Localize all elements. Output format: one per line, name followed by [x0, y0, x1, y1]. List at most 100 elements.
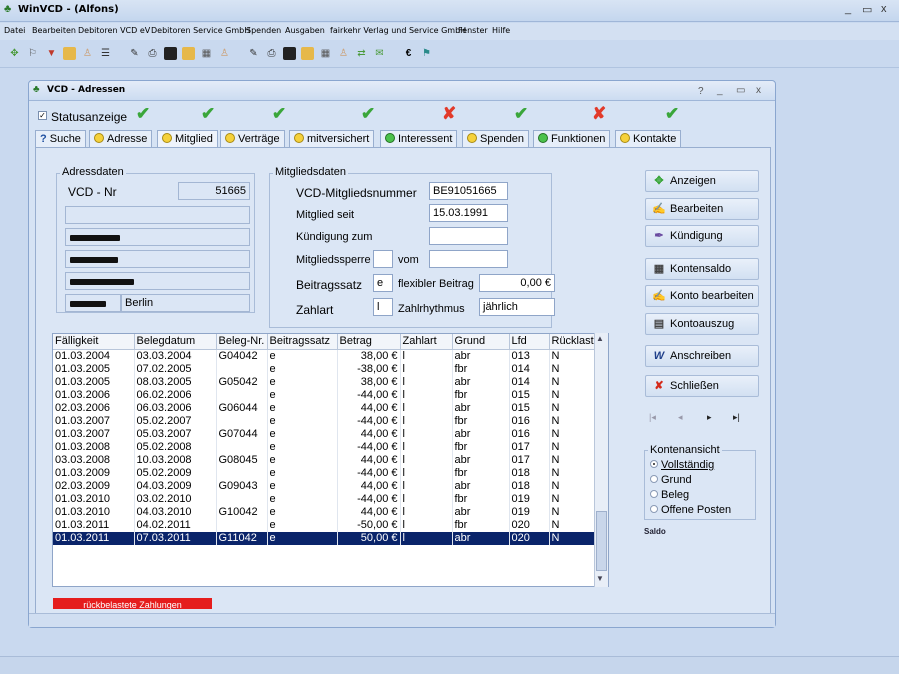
tab-vertraege[interactable]: Verträge	[220, 130, 285, 147]
table-row[interactable]: 01.03.2005 07.02.2005 e -38,00 € l fbr 014 N	[53, 362, 596, 376]
save2-icon[interactable]	[283, 47, 296, 60]
zahlrhythmus-field[interactable]: jährlich	[479, 298, 555, 316]
table-row[interactable]: 01.03.2010 04.03.2010 G10042 e 44,00 € l abr 01…	[53, 505, 596, 519]
vom-field[interactable]	[429, 250, 508, 268]
radio-grund[interactable]: Grund	[650, 474, 692, 486]
menu-datei[interactable]: Datei	[4, 26, 25, 35]
close-button[interactable]: x	[881, 3, 887, 15]
minimize-button[interactable]: _	[845, 3, 851, 15]
euro-icon[interactable]: €	[402, 47, 415, 60]
edit-icon[interactable]: ✎	[128, 47, 141, 60]
scroll-thumb[interactable]	[596, 511, 607, 571]
tab-mitglied[interactable]: Mitglied	[157, 130, 218, 148]
buchungen-table[interactable]: Fälligkeit Belegdatum Beleg-Nr. Beitragssat…	[52, 333, 609, 587]
tab-interessent[interactable]: Interessent	[380, 130, 458, 147]
nav-first-icon[interactable]: |◂	[649, 412, 656, 423]
info-icon[interactable]: ✉	[373, 47, 386, 60]
menu-hilfe[interactable]: Hilfe	[492, 26, 510, 35]
menu-bearbeiten[interactable]: Bearbeiten	[32, 26, 76, 35]
menu-debitoren-vcd[interactable]: Debitoren VCD eV	[78, 26, 150, 35]
edit2-icon[interactable]: ✎	[247, 47, 260, 60]
print-icon[interactable]: ⎙	[146, 47, 159, 60]
table-row[interactable]: 01.03.2011 07.03.2011 G11042 e 50,00 € l abr 02…	[53, 531, 596, 545]
flag-icon[interactable]: ⚑	[420, 47, 433, 60]
column-header[interactable]: Rücklast	[549, 334, 596, 350]
window-close-button[interactable]: x	[756, 85, 761, 96]
table-row[interactable]: 01.03.2008 05.02.2008 e -44,00 € l fbr 017 N	[53, 440, 596, 454]
radio-offene-posten[interactable]: Offene Posten	[650, 504, 731, 516]
list-icon[interactable]: ☰	[99, 47, 112, 60]
bearbeiten-button[interactable]: ✍ Bearbeiten	[645, 198, 759, 220]
nav-prev-icon[interactable]: ◂	[678, 412, 683, 423]
menu-debitoren-service[interactable]: Debitoren Service GmbH	[151, 26, 250, 35]
anschreiben-button[interactable]: W Anschreiben	[645, 345, 759, 367]
zahlart-field[interactable]: l	[373, 298, 393, 316]
tab-spenden[interactable]: Spenden	[462, 130, 530, 147]
column-header[interactable]: Grund	[452, 334, 510, 350]
nav-next-icon[interactable]: ▸	[707, 412, 712, 423]
export-icon[interactable]	[182, 47, 195, 60]
folder-icon[interactable]	[63, 47, 76, 60]
people-icon[interactable]: ♙	[81, 47, 94, 60]
nav-icon[interactable]: ✥	[8, 47, 21, 60]
filter-icon[interactable]: ▼	[45, 47, 58, 60]
column-header[interactable]: Lfd	[509, 334, 550, 350]
table-row[interactable]: 01.03.2011 04.02.2011 e -50,00 € l fbr 020 N	[53, 518, 596, 532]
calc-icon[interactable]: ▦	[200, 47, 213, 60]
kontoauszug-button[interactable]: ▤ Kontoauszug	[645, 313, 759, 335]
column-header[interactable]: Fälligkeit	[53, 334, 135, 350]
scroll-up-icon[interactable]: ▲	[596, 334, 604, 343]
statusanzeige-checkbox[interactable]: ✓	[38, 111, 47, 120]
save-icon[interactable]	[164, 47, 177, 60]
table-scrollbar[interactable]: ▲ ▼	[594, 333, 608, 587]
menu-fairkehr[interactable]: fairkehr Verlag und Service GmbH	[330, 26, 466, 35]
window-maximize-button[interactable]: ▭	[736, 85, 745, 96]
konto-bearbeiten-button[interactable]: ✍ Konto bearbeiten	[645, 285, 759, 307]
tab-kontakte[interactable]: Kontakte	[615, 130, 682, 147]
kuendigung-field[interactable]	[429, 227, 508, 245]
column-header[interactable]: Beitragssatz	[267, 334, 338, 350]
users-icon[interactable]: ♙	[337, 47, 350, 60]
window-minimize-button[interactable]: _	[717, 85, 723, 96]
table-row[interactable]: 01.03.2007 05.02.2007 e -44,00 € l fbr 016 N	[53, 414, 596, 428]
user-icon[interactable]: ♙	[218, 47, 231, 60]
mitgliedssperre-field[interactable]	[373, 250, 393, 268]
table-row[interactable]: 01.03.2007 05.03.2007 G07044 e 44,00 € l abr 01…	[53, 427, 596, 441]
table-row[interactable]: 02.03.2009 04.03.2009 G09043 e 44,00 € l abr 01…	[53, 479, 596, 493]
menu-spenden[interactable]: Spenden	[246, 26, 281, 35]
tab-mitversichert[interactable]: mitversichert	[289, 130, 375, 147]
radio-vollstaendig[interactable]: Vollständig	[650, 459, 714, 471]
export2-icon[interactable]	[301, 47, 314, 60]
scroll-down-icon[interactable]: ▼	[596, 574, 604, 583]
mitgliedsnummer-field[interactable]: BE91051665	[429, 182, 508, 200]
tab-funktionen[interactable]: Funktionen	[533, 130, 611, 147]
column-header[interactable]: Belegdatum	[134, 334, 217, 350]
tab-suche[interactable]: ? Suche	[35, 130, 86, 147]
help-button[interactable]: ?	[698, 86, 704, 97]
menu-ausgaben[interactable]: Ausgaben	[285, 26, 325, 35]
transfer-icon[interactable]: ⇄	[355, 47, 368, 60]
kuendigung-button[interactable]: ✒ Kündigung	[645, 225, 759, 247]
rueckbelastete-zahlungen-button[interactable]: rückbelastete Zahlungen	[53, 598, 212, 609]
maximize-button[interactable]: ▭	[862, 3, 872, 16]
table-row[interactable]: 01.03.2005 08.03.2005 G05042 e 38,00 € l abr 01…	[53, 375, 596, 389]
table-row[interactable]: 01.03.2006 06.02.2006 e -44,00 € l fbr 015 N	[53, 388, 596, 402]
nav-last-icon[interactable]: ▸|	[733, 412, 740, 423]
flexibler-beitrag-field[interactable]: 0,00 €	[479, 274, 555, 292]
calc2-icon[interactable]: ▦	[319, 47, 332, 60]
menu-fenster[interactable]: Fenster	[458, 26, 488, 35]
radio-beleg[interactable]: Beleg	[650, 489, 689, 501]
tab-adresse[interactable]: Adresse	[89, 130, 153, 147]
column-header[interactable]: Beleg-Nr.	[216, 334, 268, 350]
column-header[interactable]: Zahlart	[400, 334, 453, 350]
mitglied-seit-field[interactable]: 15.03.1991	[429, 204, 508, 222]
column-header[interactable]: Betrag	[337, 334, 401, 350]
print2-icon[interactable]: ⎙	[265, 47, 278, 60]
kontensaldo-button[interactable]: ▦ Kontensaldo	[645, 258, 759, 280]
table-row[interactable]: 01.03.2009 05.02.2009 e -44,00 € l fbr 018 N	[53, 466, 596, 480]
beitragssatz-field[interactable]: e	[373, 274, 393, 292]
table-row[interactable]: 03.03.2008 10.03.2008 G08045 e 44,00 € l abr 01…	[53, 453, 596, 467]
tree-icon[interactable]: ⚐	[26, 47, 39, 60]
table-row[interactable]: 02.03.2006 06.03.2006 G06044 e 44,00 € l abr 01…	[53, 401, 596, 415]
table-row[interactable]: 01.03.2004 03.03.2004 G04042 e 38,00 € l abr 01…	[53, 349, 596, 363]
